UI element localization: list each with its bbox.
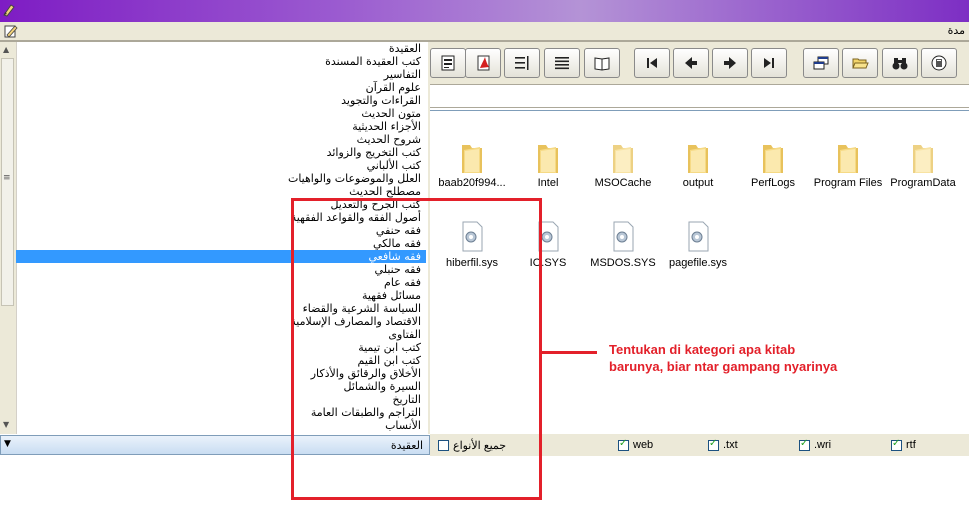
pdf-icon xyxy=(477,55,490,71)
category-item[interactable]: العقيدة xyxy=(16,42,426,55)
next-button[interactable] xyxy=(712,48,748,78)
folder-name: MSOCache xyxy=(594,177,652,189)
folder-icon xyxy=(913,145,933,173)
folder-name: baab20f994... xyxy=(438,177,506,189)
properties-icon xyxy=(441,55,455,71)
txt-label: .txt xyxy=(723,439,738,451)
folder-open-icon xyxy=(852,58,869,69)
category-scrollbar[interactable]: ▲ ≡ ▼ xyxy=(0,42,17,434)
category-item[interactable]: متون الحديث xyxy=(16,107,426,120)
category-item[interactable]: كتب التخريج والزوائد xyxy=(16,146,426,159)
wri-checkbox[interactable]: .wri xyxy=(799,438,832,451)
folder-icon xyxy=(838,145,858,173)
numbered-list-button[interactable] xyxy=(504,48,540,78)
open-folder-button[interactable] xyxy=(842,48,878,78)
first-icon xyxy=(647,58,657,68)
index-book-icon xyxy=(931,55,947,71)
rtf-box[interactable] xyxy=(891,438,902,451)
folder-item[interactable]: output xyxy=(660,139,736,189)
category-item[interactable]: القراءات والتجويد xyxy=(16,94,426,107)
category-item[interactable]: علوم القرآن xyxy=(16,81,426,94)
toolbar xyxy=(430,42,969,84)
folder-item[interactable]: PerfLogs xyxy=(735,139,811,189)
binoculars-icon xyxy=(892,58,908,70)
file-name: MSDOS.SYS xyxy=(590,257,656,269)
file-item[interactable]: pagefile.sys xyxy=(660,219,736,269)
annotation-note: Tentukan di kategori apa kitab barunya, … xyxy=(609,342,838,374)
annotation-highlight-box xyxy=(291,198,542,500)
folder-item[interactable]: baab20f994... xyxy=(434,139,510,189)
rtf-label: rtf xyxy=(906,439,916,451)
menu-bar: مدة xyxy=(0,22,969,41)
folder-icon xyxy=(688,145,708,173)
address-field[interactable] xyxy=(430,110,969,132)
list-button[interactable] xyxy=(544,48,580,78)
folder-item[interactable]: Program Files xyxy=(810,139,886,189)
category-item[interactable]: العلل والموضوعات والواهيات xyxy=(16,172,426,185)
scroll-up-icon[interactable]: ▲ xyxy=(3,45,9,54)
folder-name: Program Files xyxy=(813,177,883,189)
previous-button[interactable] xyxy=(673,48,709,78)
scrollbar-grip-icon: ≡ xyxy=(3,173,11,183)
web-checkbox[interactable]: web xyxy=(618,438,654,451)
file-item[interactable]: MSDOS.SYS xyxy=(585,219,661,269)
rtf-checkbox[interactable]: rtf xyxy=(891,438,916,451)
category-item[interactable]: الأجزاء الحديثية xyxy=(16,120,426,133)
index-button[interactable] xyxy=(921,48,957,78)
last-button[interactable] xyxy=(751,48,787,78)
properties-button[interactable] xyxy=(430,48,466,78)
category-item[interactable]: التفاسير xyxy=(16,68,426,81)
scroll-down-icon[interactable]: ▼ xyxy=(3,420,9,429)
dropdown-arrow-icon[interactable]: ▼ xyxy=(4,439,11,449)
system-file-icon xyxy=(613,221,634,252)
window-title: مدة xyxy=(947,24,965,37)
folder-name: Intel xyxy=(537,177,559,189)
folder-name: output xyxy=(682,177,714,189)
wri-label: .wri xyxy=(814,439,832,451)
path-bar[interactable] xyxy=(430,84,969,108)
previous-icon xyxy=(685,57,697,69)
windows-button[interactable] xyxy=(803,48,839,78)
numbered-list-icon xyxy=(515,56,529,70)
annotation-connector-line xyxy=(542,351,597,354)
category-item[interactable]: مصطلح الحديث xyxy=(16,185,426,198)
title-bar xyxy=(0,0,969,22)
folder-icon xyxy=(462,145,482,173)
web-box[interactable] xyxy=(618,438,629,451)
folder-item[interactable]: ProgramData xyxy=(885,139,961,189)
app-icon[interactable] xyxy=(2,3,16,17)
open-book-button[interactable] xyxy=(584,48,620,78)
file-name: pagefile.sys xyxy=(668,257,728,269)
system-file-icon xyxy=(688,221,709,252)
folder-item[interactable]: MSOCache xyxy=(585,139,661,189)
folder-name: PerfLogs xyxy=(750,177,796,189)
last-icon xyxy=(764,58,774,68)
txt-checkbox[interactable]: .txt xyxy=(708,438,738,451)
list-icon xyxy=(555,57,569,70)
category-item[interactable]: كتب الألباني xyxy=(16,159,426,172)
folder-icon xyxy=(613,145,633,173)
folder-name: ProgramData xyxy=(890,177,956,189)
wri-box[interactable] xyxy=(799,438,810,451)
next-icon xyxy=(724,57,736,69)
find-button[interactable] xyxy=(882,48,918,78)
app-menu-icon[interactable] xyxy=(3,23,19,39)
folder-item[interactable]: Intel xyxy=(510,139,586,189)
folder-icon xyxy=(763,145,783,173)
web-label: web xyxy=(633,439,654,451)
windows-icon xyxy=(813,56,829,70)
folder-icon xyxy=(538,145,558,173)
pdf-button[interactable] xyxy=(465,48,501,78)
book-icon xyxy=(594,57,610,71)
category-item[interactable]: كتب العقيدة المسندة xyxy=(16,55,426,68)
txt-box[interactable] xyxy=(708,438,719,451)
category-item[interactable]: شروح الحديث xyxy=(16,133,426,146)
first-button[interactable] xyxy=(634,48,670,78)
